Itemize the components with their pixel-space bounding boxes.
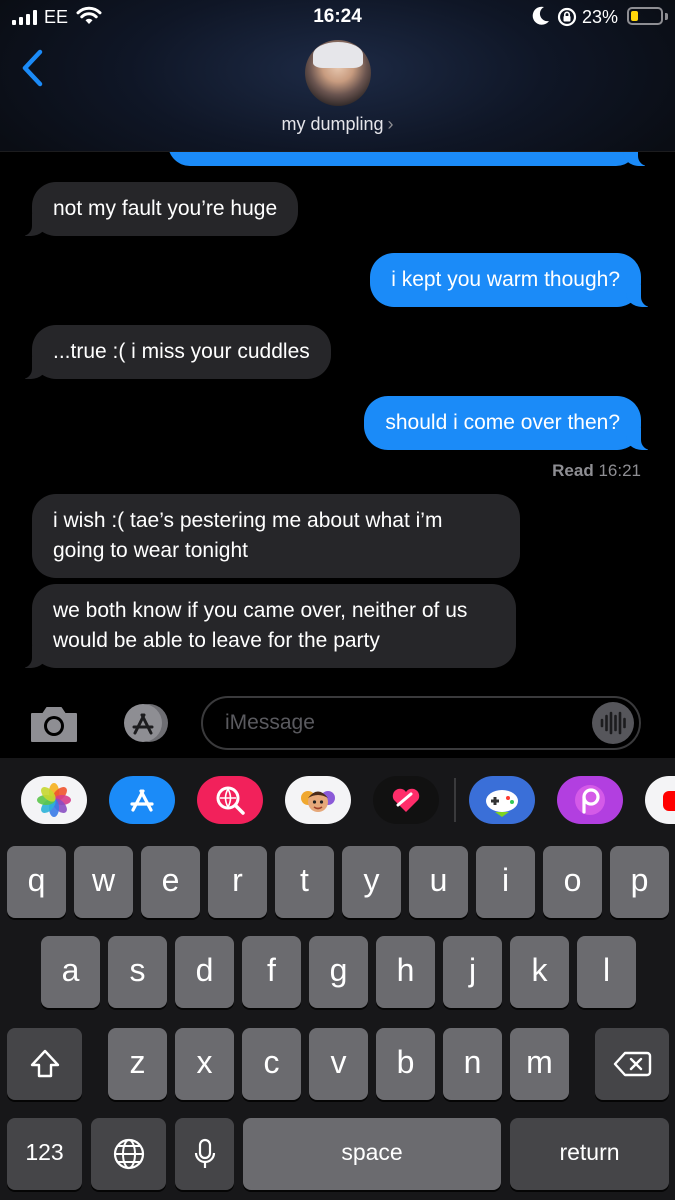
message-bubble-incoming[interactable]: i wish :( tae’s pestering me about what …	[32, 494, 520, 578]
images-search-icon	[216, 786, 245, 815]
imessage-input[interactable]	[225, 708, 585, 738]
message-bubble-outgoing[interactable]: i kept you warm though?	[370, 253, 653, 307]
digital-touch-icon	[392, 788, 420, 812]
key-e[interactable]: e	[141, 846, 200, 918]
key-a[interactable]: a	[41, 936, 100, 1008]
app-store-drawer-icon[interactable]	[115, 703, 171, 743]
picsart-app-button[interactable]	[557, 776, 623, 824]
shift-icon	[30, 1049, 59, 1078]
message-bubble-incoming[interactable]: not my fault you’re huge	[19, 182, 299, 236]
delete-key[interactable]	[595, 1028, 669, 1100]
key-z[interactable]: z	[108, 1028, 167, 1100]
key-i[interactable]: i	[476, 846, 535, 918]
key-g[interactable]: g	[309, 936, 368, 1008]
keyboard: q w e r t y u i o p a s d f g h j k l z …	[0, 846, 675, 1200]
photos-icon	[37, 783, 71, 817]
contact-avatar[interactable]	[305, 40, 371, 106]
do-not-disturb-moon-icon	[532, 6, 549, 25]
message-bubble-outgoing[interactable]: should i come over then?	[364, 396, 653, 450]
youtube-icon	[663, 791, 675, 811]
space-key[interactable]: space	[243, 1118, 501, 1190]
key-b[interactable]: b	[376, 1028, 435, 1100]
key-k[interactable]: k	[510, 936, 569, 1008]
digital-touch-button[interactable]	[373, 776, 439, 824]
battery-icon	[627, 7, 663, 25]
key-p[interactable]: p	[610, 846, 669, 918]
microphone-icon	[194, 1138, 215, 1168]
return-key[interactable]: return	[510, 1118, 669, 1190]
contact-name: my dumpling	[281, 114, 384, 134]
back-chevron-icon[interactable]	[18, 48, 48, 88]
key-x[interactable]: x	[175, 1028, 234, 1100]
message-bubble-outgoing-cropped[interactable]	[168, 152, 650, 166]
key-o[interactable]: o	[543, 846, 602, 918]
key-n[interactable]: n	[443, 1028, 502, 1100]
globe-key[interactable]	[91, 1118, 166, 1190]
message-text: not my fault you’re huge	[53, 197, 278, 220]
message-bubble-incoming[interactable]: ...true :( i miss your cuddles	[20, 325, 331, 379]
youtube-app-button[interactable]	[645, 776, 675, 824]
key-c[interactable]: c	[242, 1028, 301, 1100]
globe-icon	[113, 1138, 144, 1170]
message-text: should i come over then?	[385, 411, 620, 434]
app-store-button[interactable]	[109, 776, 175, 824]
message-text: we both know if you came over, neither o…	[53, 599, 468, 652]
imessage-app-strip	[0, 758, 675, 846]
message-text: i wish :( tae’s pestering me about what …	[53, 509, 443, 562]
key-t[interactable]: t	[275, 846, 334, 918]
game-icon	[486, 790, 518, 817]
memoji-button[interactable]	[285, 776, 351, 824]
key-j[interactable]: j	[443, 936, 502, 1008]
read-receipt: Read 16:21	[552, 461, 641, 481]
key-s[interactable]: s	[108, 936, 167, 1008]
message-input-bar	[0, 690, 675, 758]
chevron-right-icon: ›	[387, 114, 394, 134]
picsart-icon	[575, 785, 605, 815]
images-search-button[interactable]	[197, 776, 263, 824]
camera-icon[interactable]	[28, 704, 80, 744]
audio-message-button[interactable]	[592, 702, 634, 744]
key-r[interactable]: r	[208, 846, 267, 918]
message-text: i kept you warm though?	[391, 268, 620, 291]
memoji-icon	[301, 791, 335, 812]
key-d[interactable]: d	[175, 936, 234, 1008]
key-w[interactable]: w	[74, 846, 133, 918]
key-u[interactable]: u	[409, 846, 468, 918]
read-time: 16:21	[598, 461, 641, 480]
key-l[interactable]: l	[577, 936, 636, 1008]
numbers-key[interactable]: 123	[7, 1118, 82, 1190]
read-label: Read	[552, 461, 594, 480]
shift-key[interactable]	[7, 1028, 82, 1100]
key-m[interactable]: m	[510, 1028, 569, 1100]
status-bar: EE 16:24 23%	[0, 0, 675, 36]
message-text: ...true :( i miss your cuddles	[53, 340, 310, 363]
app-strip-divider	[454, 778, 456, 822]
battery-percent: 23%	[582, 7, 619, 27]
contact-name-button[interactable]: my dumpling ›	[0, 114, 675, 135]
game-app-button[interactable]	[469, 776, 535, 824]
key-y[interactable]: y	[342, 846, 401, 918]
message-bubble-incoming[interactable]: we both know if you came over, neither o…	[20, 584, 516, 668]
key-v[interactable]: v	[309, 1028, 368, 1100]
app-store-icon	[130, 789, 154, 812]
conversation-header: EE 16:24 23% my dumpling ›	[0, 0, 675, 152]
waveform-icon	[600, 711, 626, 735]
key-f[interactable]: f	[242, 936, 301, 1008]
key-q[interactable]: q	[7, 846, 66, 918]
key-h[interactable]: h	[376, 936, 435, 1008]
dictation-key[interactable]	[175, 1118, 234, 1190]
rotation-lock-icon	[557, 7, 577, 27]
backspace-icon	[613, 1051, 652, 1077]
message-thread[interactable]: not my fault you’re huge i kept you warm…	[0, 152, 675, 690]
photos-app-button[interactable]	[21, 776, 87, 824]
imessage-field[interactable]	[201, 696, 641, 750]
